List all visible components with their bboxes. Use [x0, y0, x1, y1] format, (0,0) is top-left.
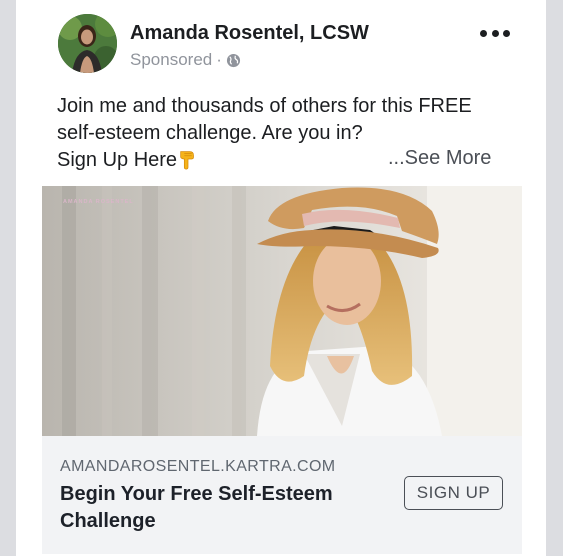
avatar-photo — [58, 14, 117, 73]
more-dot — [503, 29, 510, 37]
see-more-link[interactable]: ...See More — [388, 147, 491, 170]
author-avatar[interactable] — [58, 14, 117, 73]
more-dot — [480, 29, 487, 37]
sign-up-here-text: Sign Up Here — [57, 149, 178, 171]
link-headline[interactable]: Begin Your Free Self-Esteem Challenge — [60, 481, 380, 535]
sponsored-label[interactable]: Sponsored — [130, 50, 212, 70]
more-options-icon[interactable] — [480, 26, 510, 40]
globe-icon — [226, 53, 240, 67]
post-text-line: Join me and thousands of others for this… — [57, 95, 472, 117]
ad-brand-text: AMANDA ROSENTEL — [63, 199, 134, 205]
more-dot — [491, 29, 499, 37]
meta-separator: · — [216, 50, 222, 69]
ad-photo — [42, 186, 522, 436]
link-preview[interactable]: AMANDAROSENTEL.KARTRA.COM Begin Your Fre… — [42, 436, 522, 554]
link-domain: AMANDAROSENTEL.KARTRA.COM — [60, 458, 336, 475]
post-meta: Sponsored · — [130, 50, 241, 70]
ad-post-card: Amanda Rosentel, LCSW Sponsored · Join m… — [16, 0, 546, 556]
ad-image[interactable]: AMANDA ROSENTEL — [42, 186, 522, 436]
pointing-down-hand-icon — [180, 151, 194, 170]
author-name[interactable]: Amanda Rosentel, LCSW — [130, 22, 369, 45]
sign-up-button[interactable]: SIGN UP — [404, 476, 503, 510]
post-text-line: self-esteem challenge. Are you in? — [57, 122, 363, 144]
